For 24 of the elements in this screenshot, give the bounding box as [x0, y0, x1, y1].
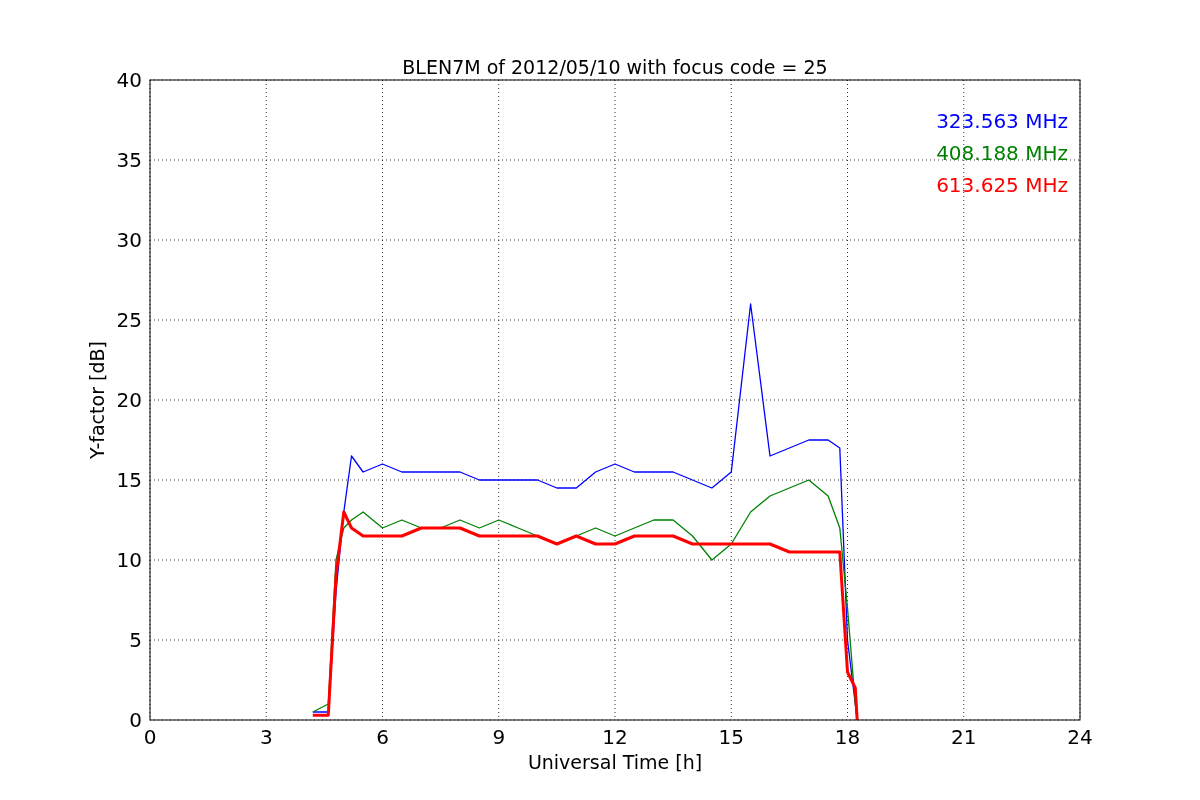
- x-tick-label: 0: [143, 725, 157, 749]
- chart-title: BLEN7M of 2012/05/10 with focus code = 25: [402, 56, 828, 78]
- x-tick-label: 9: [492, 725, 506, 749]
- x-tick-label: 18: [834, 725, 861, 749]
- y-tick-label: 15: [116, 468, 142, 492]
- y-tick-label: 20: [116, 388, 142, 412]
- y-tick-label: 35: [116, 148, 142, 172]
- x-tick-label: 24: [1067, 725, 1093, 749]
- legend-label: 613.625 MHz: [936, 173, 1068, 197]
- y-tick-label: 0: [129, 708, 142, 732]
- x-tick-label: 21: [951, 725, 977, 749]
- y-tick-label: 25: [116, 308, 142, 332]
- legend-label: 408.188 MHz: [936, 141, 1068, 165]
- y-tick-label: 40: [116, 68, 142, 92]
- x-tick-label: 6: [376, 725, 389, 749]
- y-tick-label: 10: [116, 548, 142, 572]
- y-axis-label: Y-factor [dB]: [86, 341, 108, 459]
- y-tick-label: 5: [129, 628, 142, 652]
- x-tick-label: 15: [718, 725, 744, 749]
- x-tick-label: 3: [259, 725, 273, 749]
- x-axis-label: Universal Time [h]: [527, 751, 703, 773]
- x-tick-label: 12: [602, 725, 628, 749]
- y-tick-label: 30: [116, 228, 142, 252]
- legend-label: 323.563 MHz: [936, 109, 1068, 133]
